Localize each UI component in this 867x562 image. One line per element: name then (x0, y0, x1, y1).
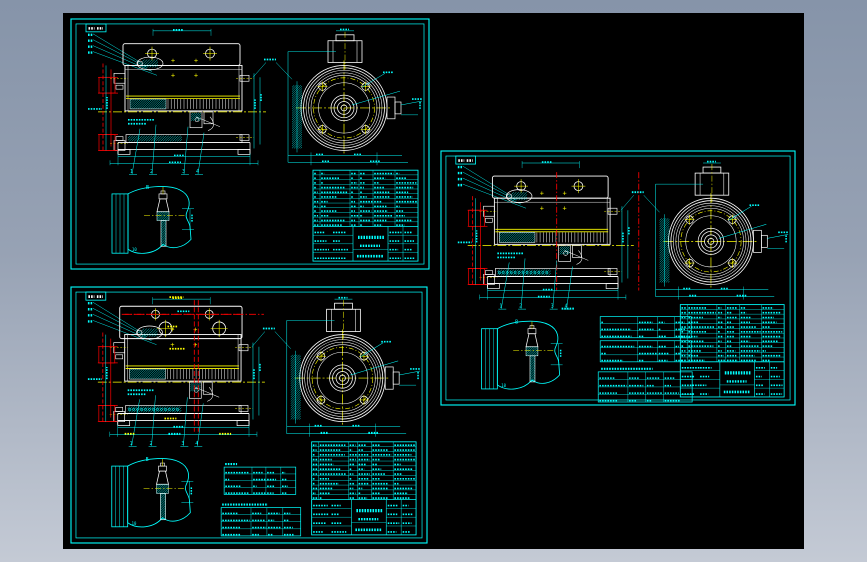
balloon-label: 1 (130, 441, 133, 447)
aux-table-1 (599, 316, 692, 339)
detail-view: B 10 (111, 185, 194, 254)
drawing-sheet-1: 1 2 3 4 B 10 (70, 18, 430, 270)
balloon-label: 2 (150, 441, 153, 447)
detail-view-dim: 10 (501, 383, 506, 388)
drawing-canvas: 1 2 3 4 B 10 1 2 3 4 B 10 1 2 3 4 B 10 (63, 13, 804, 549)
end-view (663, 193, 760, 290)
leader-labels (457, 165, 527, 209)
detail-view: B 10 (481, 320, 563, 390)
balloon-label: 3 (182, 169, 185, 175)
balloon-callouts: 1234 (498, 258, 573, 310)
detail-view-dim: 10 (132, 521, 137, 526)
parts-table (311, 441, 417, 536)
detail-view-dim: 10 (132, 247, 137, 252)
terminal-box (326, 296, 361, 339)
balloon-callouts: 1 2 3 4 (129, 124, 205, 175)
balloon-label: 1 (130, 169, 133, 175)
aux-table-3 (597, 371, 693, 403)
detail-view-label: B (146, 457, 149, 463)
detail-view-label: B (146, 185, 149, 191)
corner-label-box (455, 155, 476, 165)
parts-table (312, 169, 419, 262)
leader-labels (88, 33, 158, 76)
detail-view-label: B (515, 320, 518, 326)
balloon-callouts: 1 2 3 4 (128, 395, 204, 447)
balloon-label: 4 (195, 441, 198, 447)
title-block (313, 226, 418, 262)
balloon-label: 1 (499, 304, 502, 310)
balloon-label: 4 (196, 169, 199, 175)
sheet-content: 1 2 3 4 B 10 (70, 286, 428, 544)
terminal-box (694, 160, 730, 203)
drawing-sheet-2: 1 2 3 4B10 (440, 150, 796, 406)
aux-table-1 (223, 466, 297, 495)
aux-table-2 (599, 340, 692, 363)
main-section-view (467, 161, 660, 289)
shaft-flange (351, 90, 423, 120)
sheet-content: 1 2 3 4B10 (440, 150, 796, 406)
balloon-label: 2 (150, 169, 153, 175)
corner-label-box (85, 291, 107, 301)
parts-table (679, 304, 785, 398)
shaft-flange (350, 360, 421, 390)
detail-view: B 10 (111, 457, 194, 528)
aux-table-2 (220, 507, 302, 537)
end-view (296, 60, 393, 156)
balloon-label: 3 (551, 304, 554, 310)
terminal-box (327, 28, 363, 70)
sheet-content: 1 2 3 4 B 10 (70, 18, 430, 270)
viewer-background: { "viewer": { "description": "CAD viewer… (0, 0, 867, 562)
red-flange-overlay (467, 172, 640, 291)
corner-label-box (85, 23, 107, 33)
balloon-label: 2 (519, 304, 522, 310)
main-section-view (98, 28, 293, 155)
red-flange-overlay (98, 63, 118, 153)
title-block (680, 361, 785, 397)
balloon-label: 3 (181, 441, 184, 447)
end-view (294, 329, 392, 427)
shaft-flange (718, 224, 789, 253)
title-block (311, 499, 417, 535)
drawing-sheet-3: 1 2 3 4 B 10 (70, 286, 428, 544)
